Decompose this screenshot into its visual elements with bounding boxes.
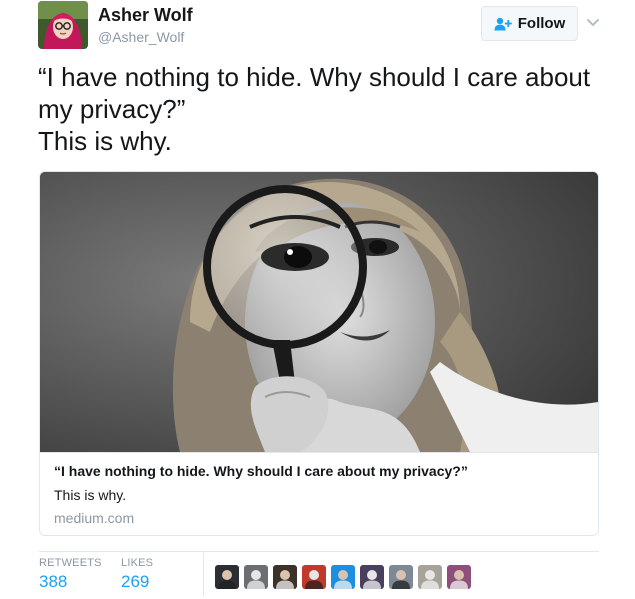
likes-count[interactable]: 269 [121, 572, 153, 592]
tweet-text-line-2: This is why. [38, 126, 172, 156]
follow-button[interactable]: Follow [481, 6, 578, 41]
tweet-text-line-1: “I have nothing to hide. Why should I ca… [38, 62, 591, 124]
author-handle[interactable]: @Asher_Wolf [98, 29, 184, 45]
author-name[interactable]: Asher Wolf [98, 5, 193, 26]
card-title[interactable]: “I have nothing to hide. Why should I ca… [54, 463, 468, 479]
tweet: Asher Wolf @Asher_Wolf Follow “I have no… [0, 0, 635, 599]
card-domain: medium.com [54, 510, 135, 526]
liker-avatar-1[interactable] [215, 565, 239, 589]
liker-avatar-5[interactable] [331, 565, 355, 589]
liker-avatar-6[interactable] [360, 565, 384, 589]
follow-button-label: Follow [517, 15, 566, 32]
retweets-label: RETWEETS [39, 557, 102, 569]
card-description: This is why. [54, 487, 127, 503]
liker-avatar-3[interactable] [273, 565, 297, 589]
liker-avatars [215, 565, 471, 589]
liker-avatar-7[interactable] [389, 565, 413, 589]
likes-stat[interactable]: LIKES 269 [121, 557, 153, 592]
card-image[interactable] [40, 172, 598, 452]
tweet-text: “I have nothing to hide. Why should I ca… [38, 61, 618, 157]
liker-avatar-4[interactable] [302, 565, 326, 589]
likes-label: LIKES [121, 557, 154, 569]
liker-avatar-8[interactable] [418, 565, 442, 589]
stats-separator [203, 553, 204, 597]
liker-avatar-2[interactable] [244, 565, 268, 589]
retweets-count[interactable]: 388 [39, 572, 102, 592]
link-card[interactable]: “I have nothing to hide. Why should I ca… [39, 171, 599, 536]
author-avatar[interactable] [38, 1, 88, 49]
card-body: “I have nothing to hide. Why should I ca… [40, 452, 598, 535]
chevron-down-icon[interactable] [586, 15, 600, 29]
follow-user-icon [494, 17, 512, 31]
retweets-stat[interactable]: RETWEETS 388 [39, 557, 102, 592]
stats-divider [39, 551, 599, 552]
liker-avatar-9[interactable] [447, 565, 471, 589]
